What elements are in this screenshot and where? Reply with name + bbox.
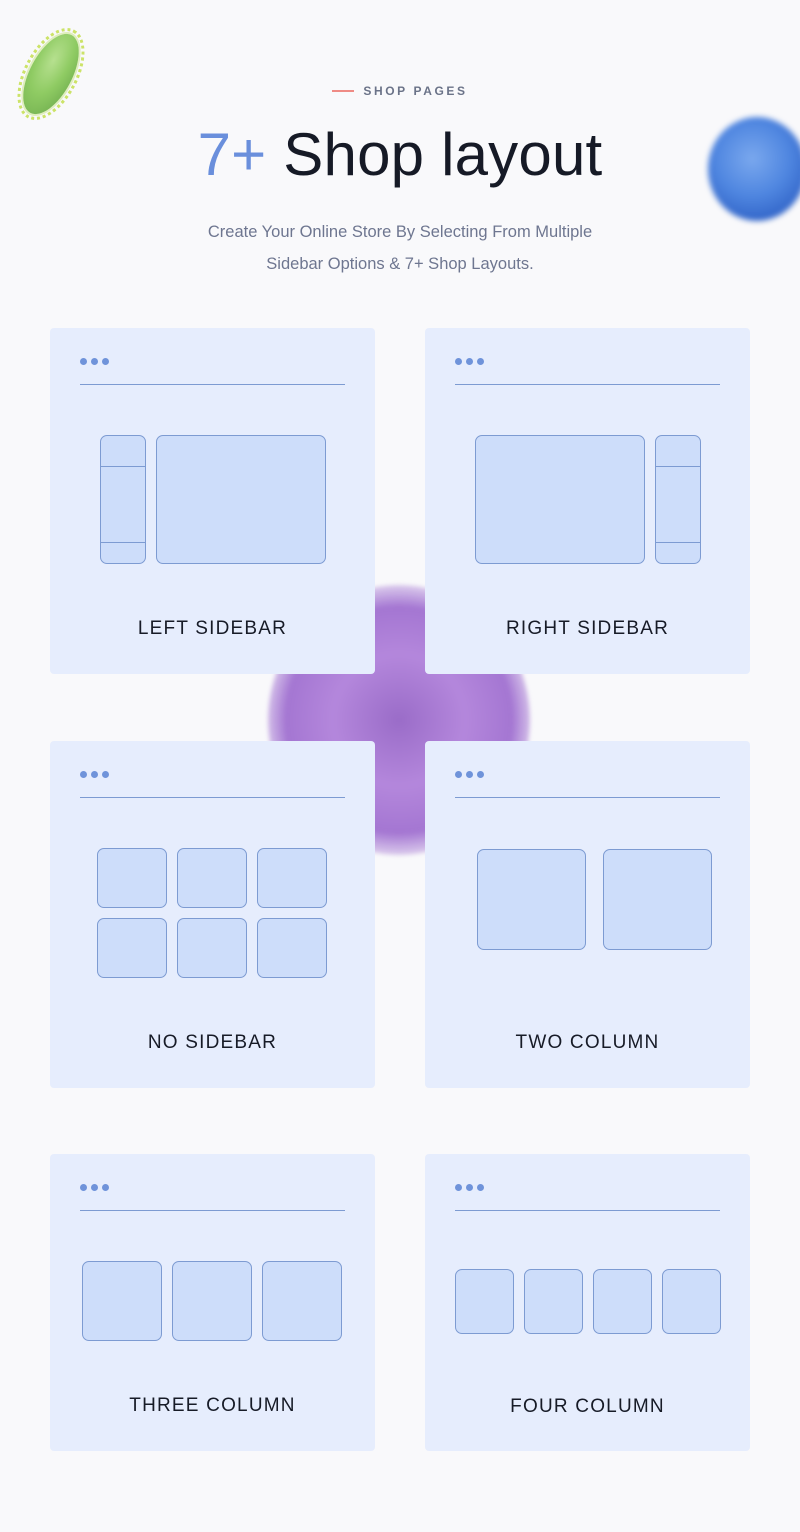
column-block	[524, 1269, 583, 1334]
green-bacteria-icon	[11, 25, 91, 123]
dot-icon	[466, 771, 473, 778]
layout-card-two-column[interactable]: TWO COLUMN	[425, 741, 750, 1088]
header-divider	[455, 1210, 720, 1211]
layout-label: THREE COLUMN	[129, 1395, 296, 1416]
grid-item	[177, 848, 247, 908]
header-divider	[80, 797, 345, 798]
dot-icon	[91, 1184, 98, 1191]
dot-icon	[102, 771, 109, 778]
dot-icon	[91, 358, 98, 365]
column-block	[455, 1269, 514, 1334]
sidebar-divider	[656, 466, 700, 467]
column-block	[82, 1261, 162, 1341]
window-dots-icon	[80, 1184, 109, 1191]
dot-icon	[477, 771, 484, 778]
sidebar-block	[655, 435, 701, 564]
column-block	[593, 1269, 652, 1334]
column-block	[603, 849, 712, 950]
layout-label: RIGHT SIDEBAR	[505, 618, 670, 639]
section-eyebrow: SHOP PAGES	[0, 84, 800, 98]
window-dots-icon	[80, 771, 109, 778]
layout-card-four-column[interactable]: FOUR COLUMN	[425, 1154, 750, 1451]
content-block	[475, 435, 645, 564]
window-dots-icon	[455, 358, 484, 365]
header-divider	[80, 384, 345, 385]
column-block	[477, 849, 586, 950]
content-block	[156, 435, 326, 564]
layout-label: LEFT SIDEBAR	[137, 618, 288, 639]
window-dots-icon	[455, 771, 484, 778]
sidebar-divider	[101, 542, 145, 543]
column-block	[262, 1261, 342, 1341]
subtitle-line-1: Create Your Online Store By Selecting Fr…	[207, 223, 593, 241]
header-divider	[455, 384, 720, 385]
window-dots-icon	[455, 1184, 484, 1191]
layout-card-left-sidebar[interactable]: LEFT SIDEBAR	[50, 328, 375, 674]
grid-item	[177, 918, 247, 978]
grid-item	[97, 918, 167, 978]
subtitle-line-2: Sidebar Options & 7+ Shop Layouts.	[266, 255, 534, 273]
dot-icon	[80, 1184, 87, 1191]
sidebar-block	[100, 435, 146, 564]
dot-icon	[80, 358, 87, 365]
grid-item	[257, 918, 327, 978]
dot-icon	[455, 358, 462, 365]
header-divider	[455, 797, 720, 798]
layout-label: FOUR COLUMN	[510, 1396, 665, 1417]
layout-card-right-sidebar[interactable]: RIGHT SIDEBAR	[425, 328, 750, 674]
dot-icon	[91, 771, 98, 778]
dot-icon	[80, 771, 87, 778]
column-block	[172, 1261, 252, 1341]
layout-card-three-column[interactable]: THREE COLUMN	[50, 1154, 375, 1451]
page-title: 7+ Shop layout	[0, 120, 800, 189]
dot-icon	[466, 358, 473, 365]
dot-icon	[455, 1184, 462, 1191]
grid-item	[97, 848, 167, 908]
sidebar-divider	[656, 542, 700, 543]
layout-card-no-sidebar[interactable]: NO SIDEBAR	[50, 741, 375, 1088]
grid-item	[257, 848, 327, 908]
title-accent: 7+	[197, 121, 267, 188]
title-text: Shop layout	[283, 121, 603, 188]
column-block	[662, 1269, 721, 1334]
window-dots-icon	[80, 358, 109, 365]
eyebrow-text: SHOP PAGES	[363, 84, 468, 98]
dot-icon	[466, 1184, 473, 1191]
dot-icon	[102, 358, 109, 365]
layout-label: TWO COLUMN	[515, 1032, 660, 1053]
dot-icon	[102, 1184, 109, 1191]
dot-icon	[477, 358, 484, 365]
layout-label: NO SIDEBAR	[147, 1032, 278, 1053]
dot-icon	[455, 771, 462, 778]
eyebrow-divider	[332, 90, 355, 92]
header-divider	[80, 1210, 345, 1211]
sidebar-divider	[101, 466, 145, 467]
dot-icon	[477, 1184, 484, 1191]
page-subtitle: Create Your Online Store By Selecting Fr…	[0, 216, 800, 280]
